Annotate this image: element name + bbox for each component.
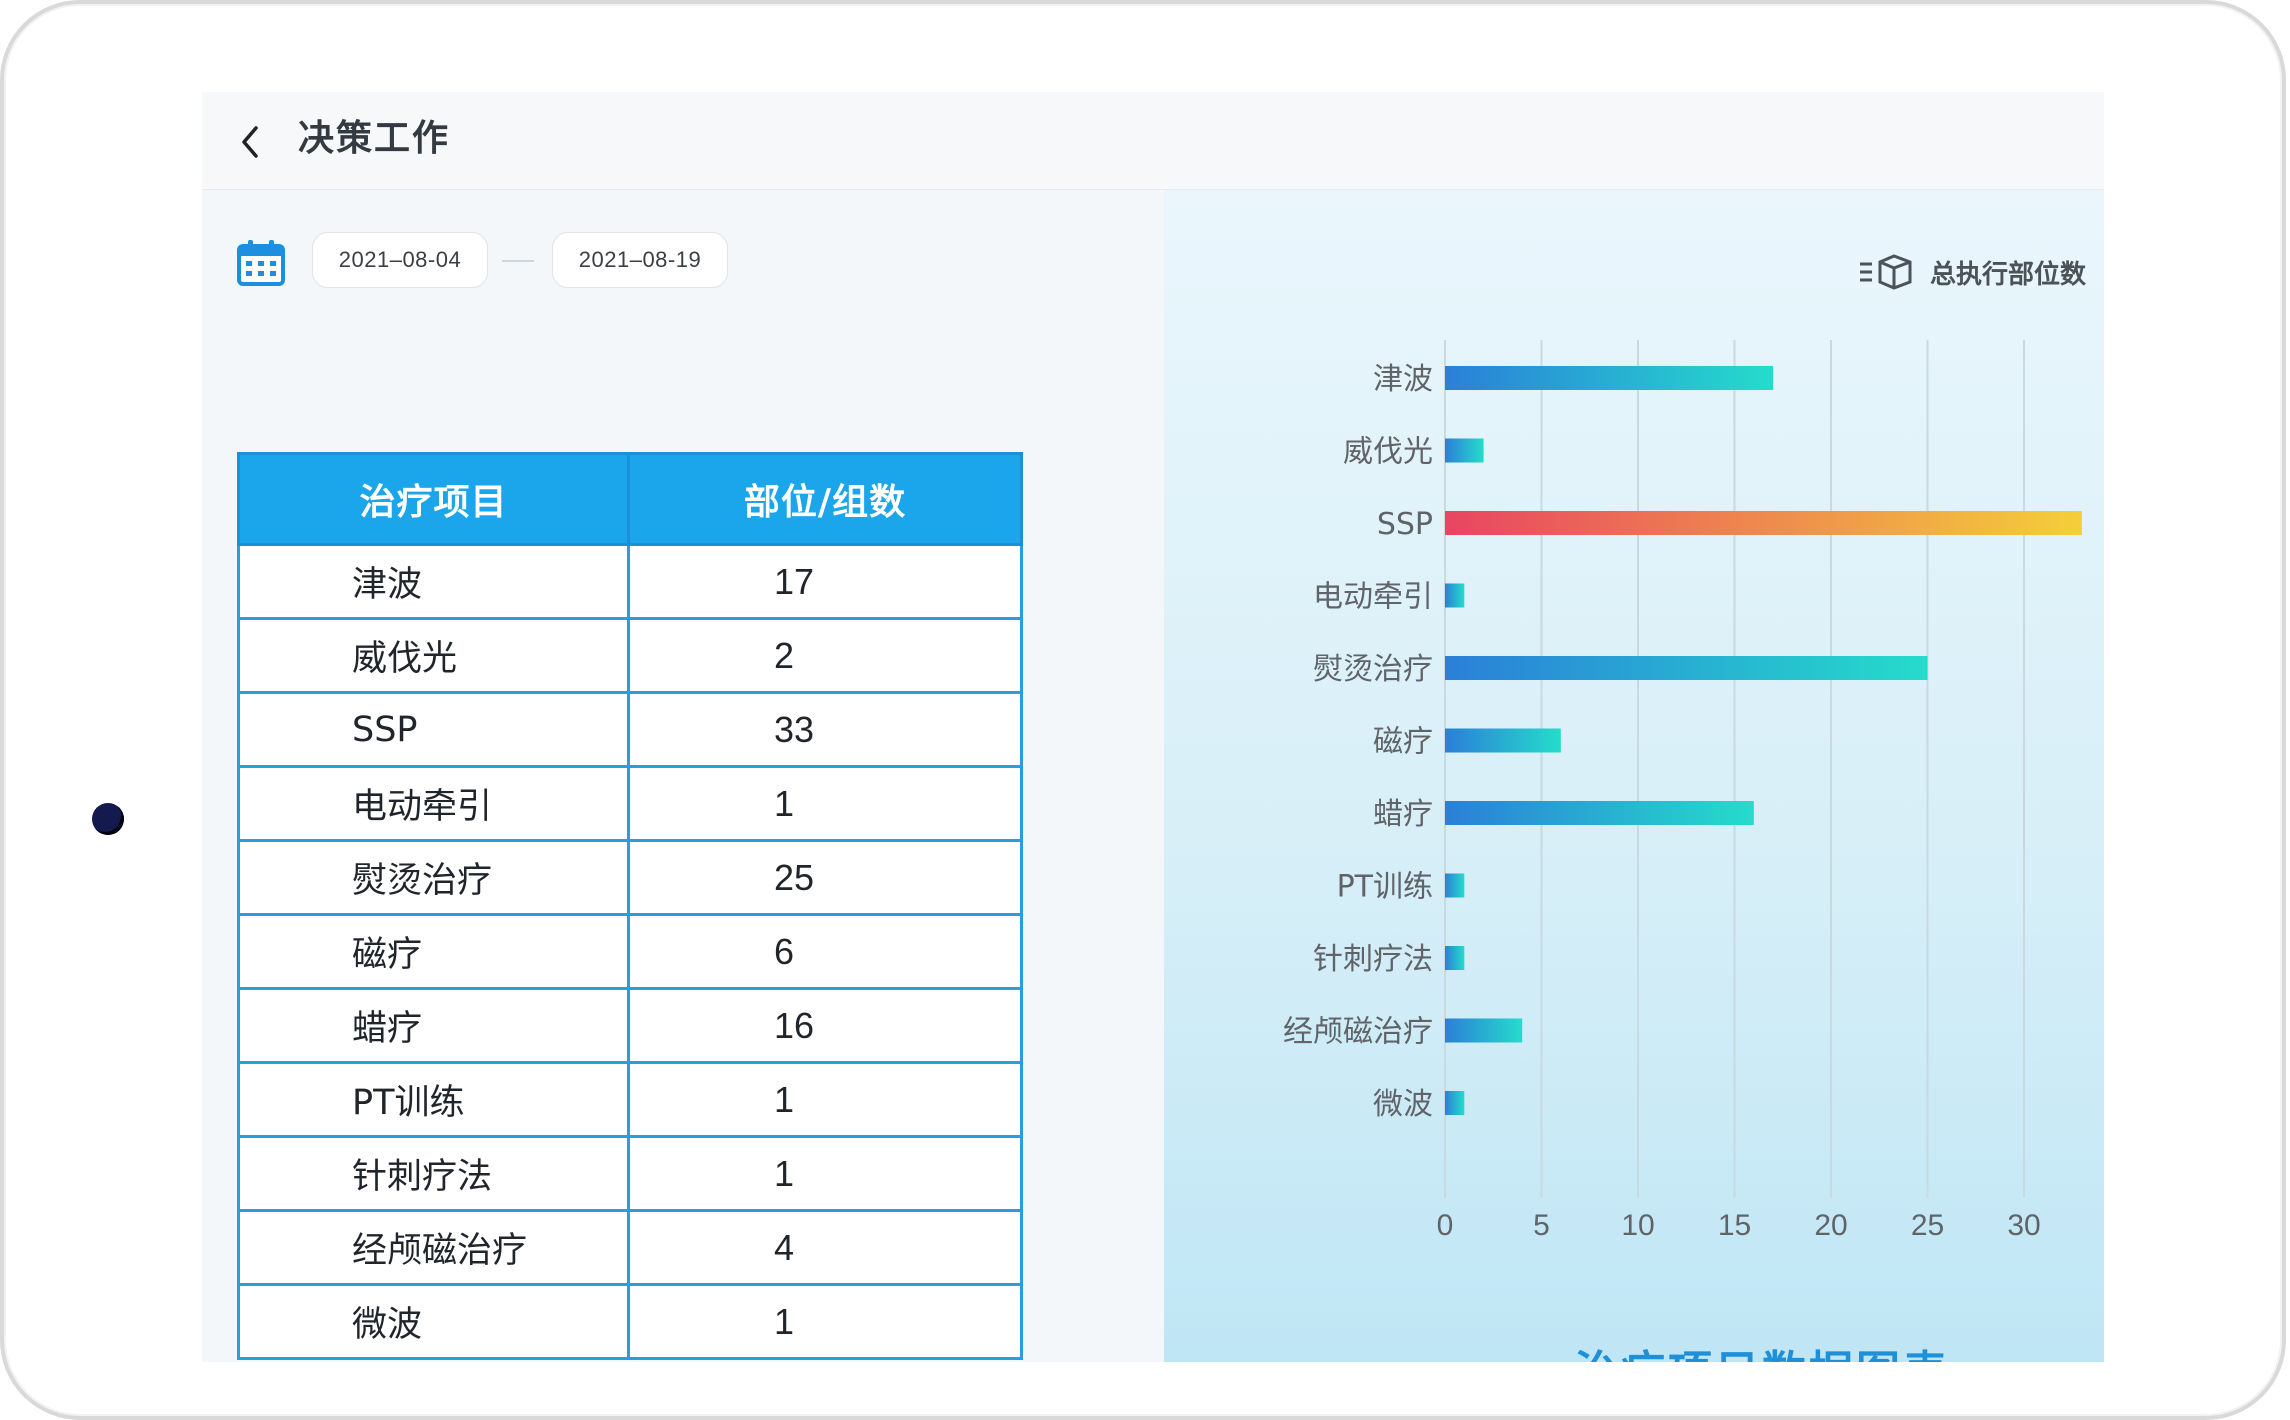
treatment-name-cell: 电动牵引 bbox=[237, 765, 630, 842]
app-screen: 决策工作 2021–08-04 2021–08-19 治疗项目 部位/组数 津波… bbox=[202, 92, 2104, 1362]
treatment-table: 治疗项目 部位/组数 津波 17 威伐光 2 SSP 33 电动牵引 1 熨烫治疗 25 磁疗 6 蜡疗… bbox=[237, 452, 1023, 1360]
x-tick-label: 0 bbox=[1437, 1209, 1454, 1242]
count-cell: 2 bbox=[627, 617, 1023, 694]
count-cell: 1 bbox=[627, 1283, 1023, 1360]
treatment-name-cell: 津波 bbox=[237, 543, 630, 620]
end-date-field[interactable]: 2021–08-19 bbox=[552, 232, 728, 288]
treatment-name-cell: 针刺疗法 bbox=[237, 1135, 630, 1212]
bar[interactable] bbox=[1445, 801, 1754, 825]
table-body: 津波 17 威伐光 2 SSP 33 电动牵引 1 熨烫治疗 25 磁疗 6 蜡疗 16 PT训练 1 针刺疗法… bbox=[237, 543, 1023, 1360]
treatment-name-cell: PT训练 bbox=[237, 1061, 630, 1138]
bar[interactable] bbox=[1445, 1018, 1523, 1043]
x-tick-label: 30 bbox=[2007, 1209, 2040, 1242]
y-category-label: 经颅磁治疗 bbox=[1283, 1015, 1433, 1050]
y-category-label: 电动牵引 bbox=[1313, 580, 1433, 615]
table-header-row: 治疗项目 部位/组数 bbox=[237, 452, 1023, 546]
bar[interactable] bbox=[1445, 511, 2082, 535]
y-category-label: 磁疗 bbox=[1373, 725, 1433, 760]
bar[interactable] bbox=[1445, 656, 1928, 680]
table-row: 电动牵引 1 bbox=[237, 765, 1023, 842]
calendar-icon[interactable] bbox=[236, 238, 286, 288]
count-cell: 4 bbox=[627, 1209, 1023, 1286]
bar[interactable] bbox=[1445, 946, 1465, 970]
table-row: 微波 1 bbox=[237, 1283, 1023, 1360]
bar[interactable] bbox=[1445, 583, 1465, 608]
count-cell: 1 bbox=[627, 765, 1023, 842]
treatment-name-cell: 微波 bbox=[237, 1283, 630, 1360]
x-tick-label: 15 bbox=[1718, 1209, 1751, 1242]
treatment-name-cell: 蜡疗 bbox=[237, 987, 630, 1064]
count-cell: 1 bbox=[627, 1135, 1023, 1212]
x-tick-label: 5 bbox=[1533, 1209, 1550, 1242]
table-panel: 2021–08-04 2021–08-19 治疗项目 部位/组数 津波 17 威伐光… bbox=[202, 190, 1164, 1362]
table-row: 磁疗 6 bbox=[237, 913, 1023, 990]
count-cell: 16 bbox=[627, 987, 1023, 1064]
table-row: 经颅磁治疗 4 bbox=[237, 1209, 1023, 1286]
treatment-name-cell: 熨烫治疗 bbox=[237, 839, 630, 916]
count-cell: 25 bbox=[627, 839, 1023, 916]
count-cell: 33 bbox=[627, 691, 1023, 768]
bar[interactable] bbox=[1445, 873, 1465, 898]
table-row: PT训练 1 bbox=[237, 1061, 1023, 1138]
table-row: 津波 17 bbox=[237, 543, 1023, 620]
bar[interactable] bbox=[1445, 1091, 1465, 1115]
y-category-label: 微波 bbox=[1373, 1087, 1433, 1122]
table-row: 蜡疗 16 bbox=[237, 987, 1023, 1064]
count-cell: 6 bbox=[627, 913, 1023, 990]
x-tick-label: 20 bbox=[1814, 1209, 1847, 1242]
bar[interactable] bbox=[1445, 728, 1561, 753]
camera-dot bbox=[92, 803, 124, 835]
bar[interactable] bbox=[1445, 438, 1484, 463]
table-row: 威伐光 2 bbox=[237, 617, 1023, 694]
treatment-name-cell: 威伐光 bbox=[237, 617, 630, 694]
y-category-label: 针刺疗法 bbox=[1313, 942, 1433, 977]
column-header-treatment: 治疗项目 bbox=[237, 452, 630, 546]
treatment-name-cell: 磁疗 bbox=[237, 913, 630, 990]
count-cell: 1 bbox=[627, 1061, 1023, 1138]
y-category-label: 熨烫治疗 bbox=[1313, 652, 1433, 687]
treatment-name-cell: SSP bbox=[237, 691, 630, 768]
page-title: 决策工作 bbox=[298, 118, 451, 159]
y-category-label: SSP bbox=[1377, 507, 1433, 542]
table-row: 熨烫治疗 25 bbox=[237, 839, 1023, 916]
bar-chart: 0 5 10 15 20 25 30 津波威伐光 SSP 电动牵引熨烫治疗磁疗蜡疗 PT训练针刺疗法… bbox=[1283, 340, 2082, 1242]
y-category-label: 威伐光 bbox=[1343, 435, 1433, 470]
x-tick-label: 10 bbox=[1621, 1209, 1654, 1242]
table-row: SSP 33 bbox=[237, 691, 1023, 768]
chart-title: 治疗项目数据图表 bbox=[1574, 1336, 1950, 1362]
bar[interactable] bbox=[1445, 366, 1774, 390]
top-bar: 决策工作 bbox=[202, 92, 2104, 190]
treatment-name-cell: 经颅磁治疗 bbox=[237, 1209, 630, 1286]
y-category-label: 蜡疗 bbox=[1373, 797, 1433, 832]
date-range-separator bbox=[502, 260, 534, 262]
table-row: 针刺疗法 1 bbox=[237, 1135, 1023, 1212]
x-tick-label: 25 bbox=[1911, 1209, 1944, 1242]
chart-panel: 总执行部位数 0 5 10 15 20 25 30 津波 威伐光 SSP 电动牵引 熨烫治疗 磁疗 蜡疗 P… bbox=[1164, 190, 2104, 1362]
start-date-field[interactable]: 2021–08-04 bbox=[312, 232, 488, 288]
back-chevron-icon[interactable] bbox=[236, 124, 266, 160]
count-cell: 17 bbox=[627, 543, 1023, 620]
y-category-label: 津波 bbox=[1373, 362, 1433, 397]
y-category-label: PT训练 bbox=[1337, 870, 1433, 905]
column-header-count: 部位/组数 bbox=[627, 452, 1023, 546]
